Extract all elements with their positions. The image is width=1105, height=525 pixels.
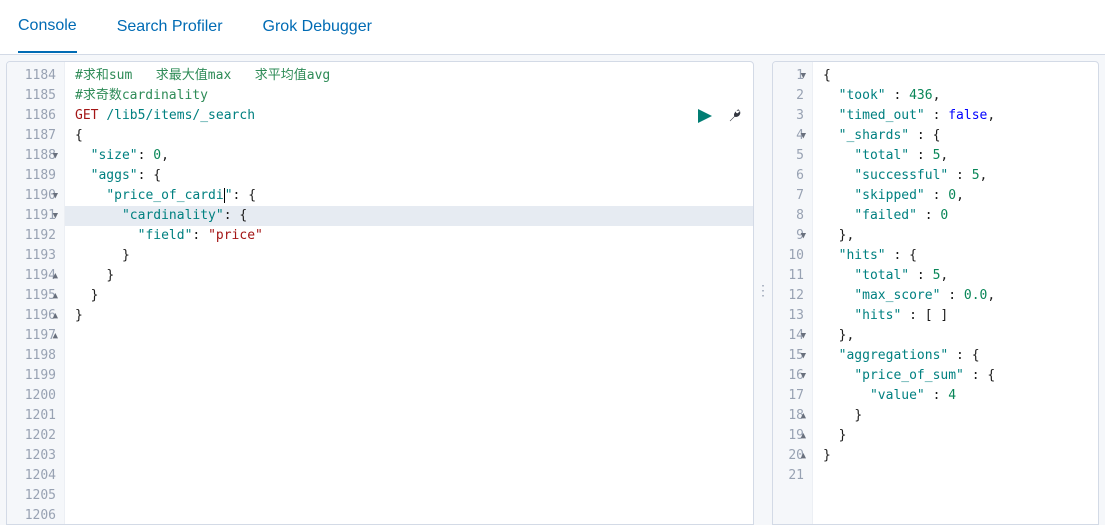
code-line[interactable]	[65, 426, 753, 446]
code-line[interactable]: "skipped" : 0,	[813, 186, 1098, 206]
code-line[interactable]	[65, 446, 753, 466]
code-line[interactable]: "price_of_sum" : {	[813, 366, 1098, 386]
tab-search-profiler[interactable]: Search Profiler	[117, 2, 223, 52]
code-line[interactable]	[813, 466, 1098, 486]
code-line[interactable]: "value" : 4	[813, 386, 1098, 406]
code-line[interactable]: }	[65, 306, 753, 326]
code-line[interactable]	[65, 346, 753, 366]
code-line[interactable]: "successful" : 5,	[813, 166, 1098, 186]
editor-actions	[697, 108, 743, 124]
tab-grok-debugger[interactable]: Grok Debugger	[263, 2, 372, 52]
code-line[interactable]: "aggregations" : {	[813, 346, 1098, 366]
code-line[interactable]: }	[813, 426, 1098, 446]
response-code[interactable]: { "took" : 436, "timed_out" : false, "_s…	[813, 62, 1098, 524]
code-line[interactable]: "total" : 5,	[813, 146, 1098, 166]
code-line[interactable]: GET /lib5/items/_search	[65, 106, 753, 126]
code-line[interactable]	[65, 386, 753, 406]
response-gutter: 1▼234▼56789▼1011121314▼15▼16▼1718▲19▲20▲…	[773, 62, 813, 524]
code-line[interactable]: "max_score" : 0.0,	[813, 286, 1098, 306]
code-line[interactable]	[65, 366, 753, 386]
code-line[interactable]: "total" : 5,	[813, 266, 1098, 286]
code-line[interactable]: "cardinality": {	[65, 206, 753, 226]
wrench-icon[interactable]	[727, 108, 743, 124]
tab-bar: Console Search Profiler Grok Debugger	[0, 0, 1105, 55]
code-line[interactable]	[65, 506, 753, 525]
tab-console[interactable]: Console	[18, 1, 77, 53]
code-line[interactable]: "failed" : 0	[813, 206, 1098, 226]
code-line[interactable]: {	[65, 126, 753, 146]
code-line[interactable]: }	[65, 246, 753, 266]
code-line[interactable]: }	[65, 266, 753, 286]
code-line[interactable]: }	[813, 406, 1098, 426]
editor-gutter: 11841185118611871188▼11891190▼1191▼11921…	[7, 62, 65, 524]
code-line[interactable]: "size": 0,	[65, 146, 753, 166]
code-line[interactable]: },	[813, 326, 1098, 346]
code-line[interactable]	[65, 406, 753, 426]
code-line[interactable]: "aggs": {	[65, 166, 753, 186]
code-line[interactable]	[65, 466, 753, 486]
code-line[interactable]: "timed_out" : false,	[813, 106, 1098, 126]
code-line[interactable]: #求和sum 求最大值max 求平均值avg	[65, 66, 753, 86]
code-line[interactable]: }	[813, 446, 1098, 466]
code-line[interactable]: }	[65, 286, 753, 306]
response-viewer: 1▼234▼56789▼1011121314▼15▼16▼1718▲19▲20▲…	[772, 61, 1099, 525]
editor-code[interactable]: #求和sum 求最大值max 求平均值avg#求奇数cardinalityGET…	[65, 62, 753, 524]
code-line[interactable]: },	[813, 226, 1098, 246]
code-line[interactable]: "_shards" : {	[813, 126, 1098, 146]
code-line[interactable]: "hits" : {	[813, 246, 1098, 266]
code-line[interactable]	[65, 486, 753, 506]
request-editor: 11841185118611871188▼11891190▼1191▼11921…	[6, 61, 754, 525]
pane-splitter[interactable]: ⋮	[754, 55, 772, 525]
code-line[interactable]: "price_of_cardi": {	[65, 186, 753, 206]
code-line[interactable]: {	[813, 66, 1098, 86]
code-line[interactable]: "field": "price"	[65, 226, 753, 246]
workspace: 11841185118611871188▼11891190▼1191▼11921…	[0, 55, 1105, 525]
code-line[interactable]: #求奇数cardinality	[65, 86, 753, 106]
code-line[interactable]: "hits" : [ ]	[813, 306, 1098, 326]
code-line[interactable]: "took" : 436,	[813, 86, 1098, 106]
code-line[interactable]	[65, 326, 753, 346]
run-button[interactable]	[697, 108, 713, 124]
